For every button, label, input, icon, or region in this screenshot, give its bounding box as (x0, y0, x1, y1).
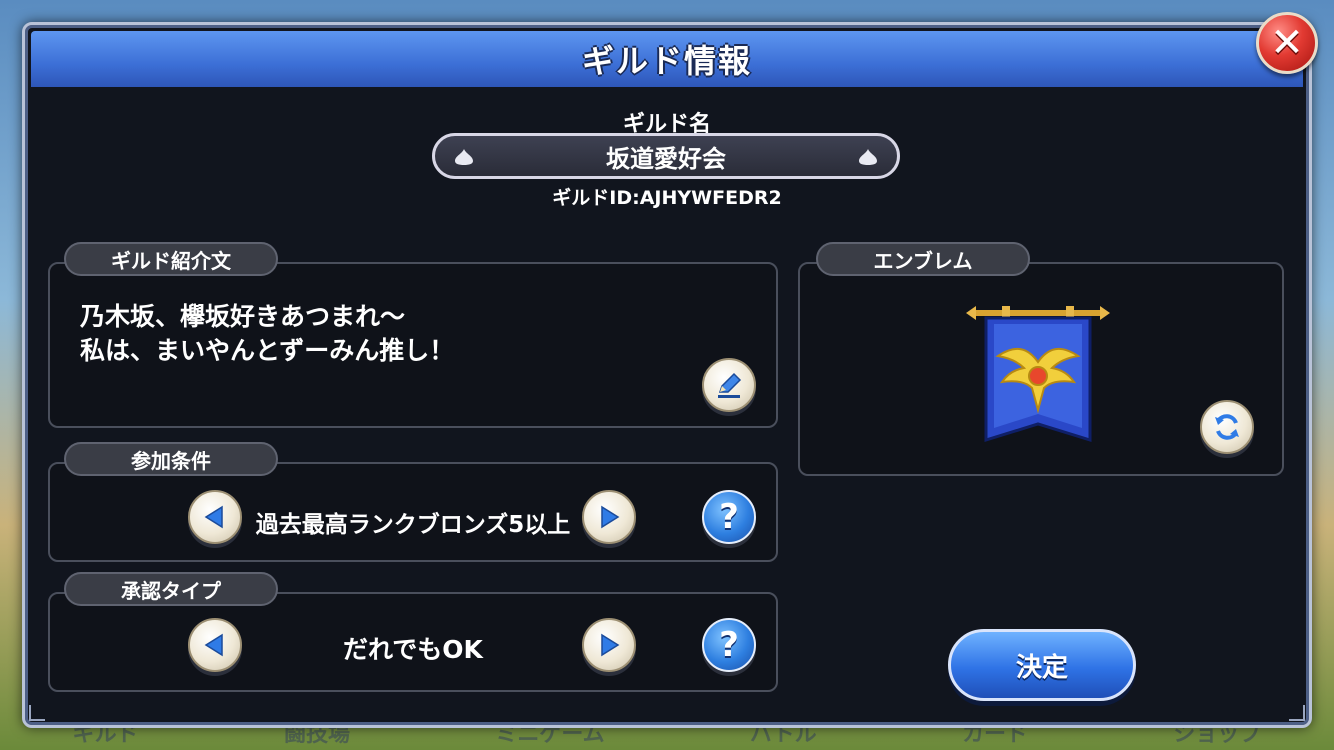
close-button[interactable]: ✕ (1256, 12, 1318, 74)
question-icon: ? (719, 625, 739, 665)
approval-prev-button[interactable] (188, 618, 242, 672)
change-emblem-button[interactable] (1200, 400, 1254, 454)
guild-id-text: ギルドID:AJHYWFEDR2 (552, 187, 782, 209)
confirm-label: 決定 (1015, 652, 1068, 683)
guild-name-value: 坂道愛好会 (606, 144, 726, 173)
intro-text: 乃木坂、欅坂好きあつまれ〜 私は、まいやんとずーみん推し！ (80, 302, 455, 365)
condition-help-button[interactable]: ? (702, 490, 756, 544)
dialog-title: ギルド情報 (581, 42, 752, 80)
refresh-icon (1215, 414, 1239, 440)
edit-intro-button[interactable] (702, 358, 756, 412)
guild-emblem-icon (966, 306, 1110, 443)
dialog-header: ギルド情報 (31, 31, 1303, 87)
confirm-button[interactable]: 決定 (948, 629, 1136, 701)
condition-value: 過去最高ランクブロンズ5以上 (255, 512, 571, 538)
arrow-right-icon (601, 633, 620, 657)
question-icon: ? (719, 497, 739, 537)
frame-corner-ornament (29, 705, 45, 721)
emblem-label: エンブレム (816, 242, 1030, 276)
approval-value: だれでもOK (343, 635, 483, 664)
approval-next-button[interactable] (582, 618, 636, 672)
approval-help-button[interactable]: ? (702, 618, 756, 672)
slime-drop-icon (455, 149, 473, 165)
arrow-left-icon (204, 505, 223, 529)
slime-drop-icon (859, 149, 877, 165)
arrow-left-icon (204, 633, 223, 657)
approval-label: 承認タイプ (64, 572, 278, 606)
condition-next-button[interactable] (582, 490, 636, 544)
intro-label: ギルド紹介文 (64, 242, 278, 276)
arrow-right-icon (601, 505, 620, 529)
guild-name-field[interactable]: 坂道愛好会 (432, 133, 900, 179)
condition-prev-button[interactable] (188, 490, 242, 544)
frame-corner-ornament (1289, 705, 1305, 721)
close-icon: ✕ (1270, 20, 1304, 66)
condition-label: 参加条件 (64, 442, 278, 476)
pencil-icon (718, 372, 742, 398)
